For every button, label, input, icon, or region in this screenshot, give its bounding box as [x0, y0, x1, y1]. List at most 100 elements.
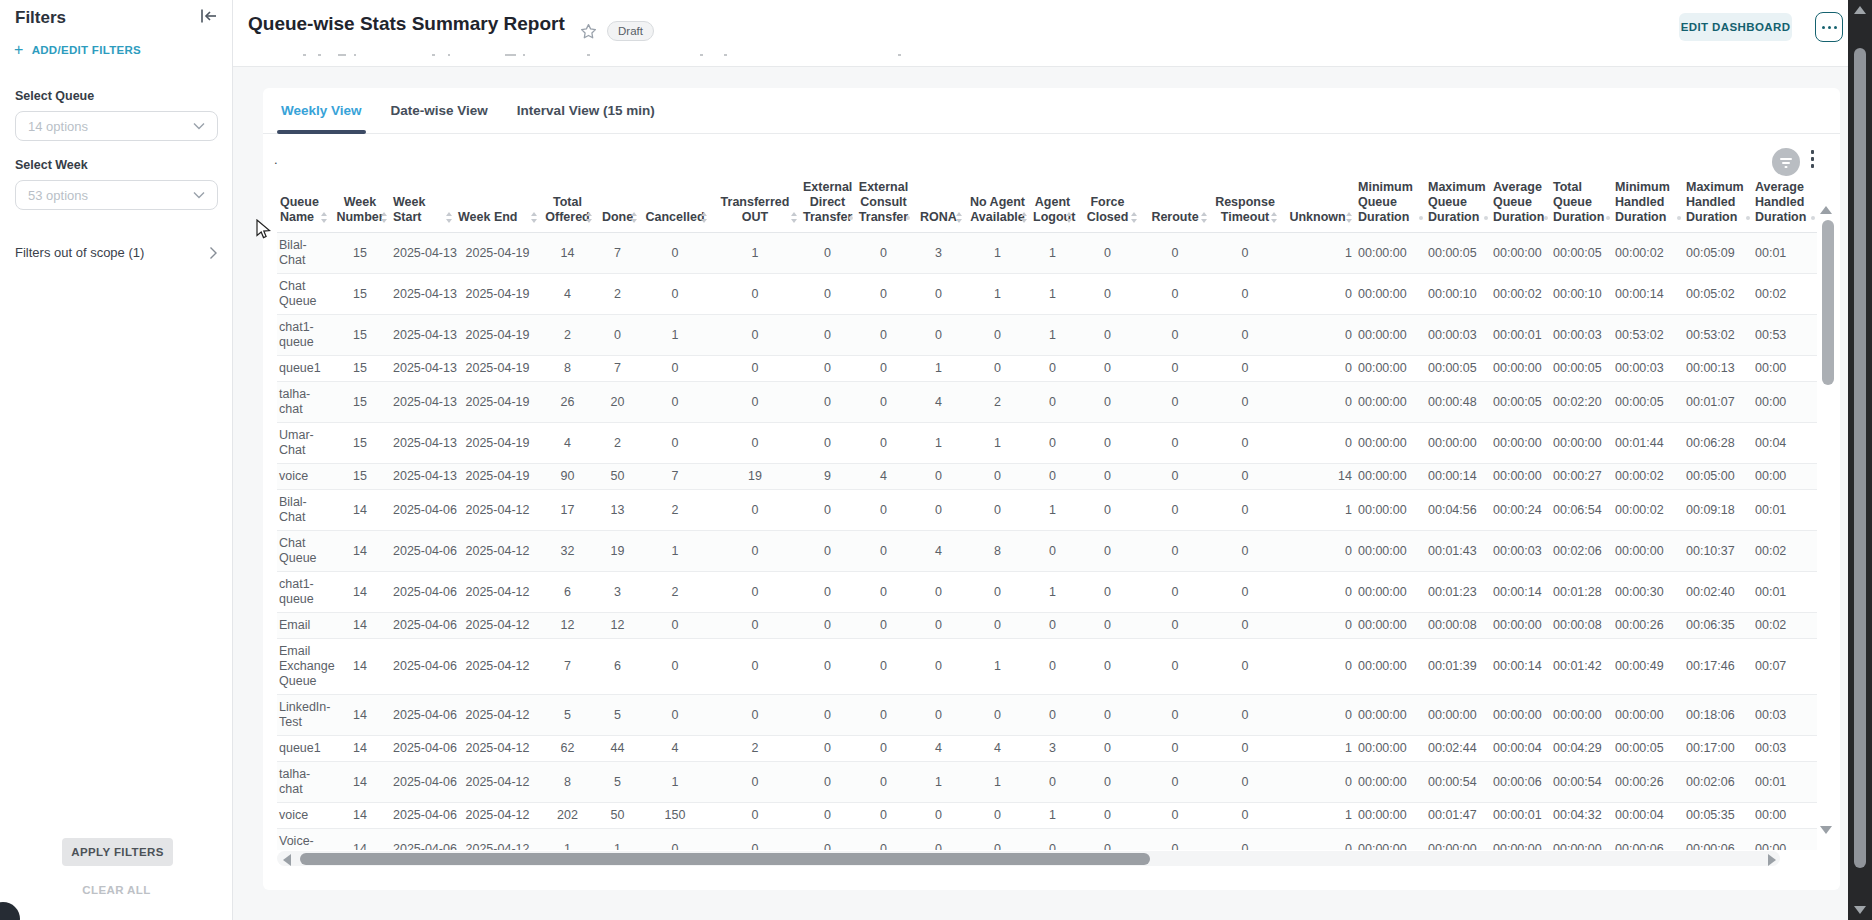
- table-scroll-right-icon[interactable]: [1768, 854, 1776, 866]
- sort-icon[interactable]: [1677, 216, 1681, 220]
- sort-icon[interactable]: [906, 216, 910, 220]
- scroll-down-icon[interactable]: [1854, 906, 1866, 914]
- table-cell: 00:53: [1752, 315, 1817, 356]
- sort-icon[interactable]: [445, 212, 454, 223]
- table-cell: 00:02:40: [1683, 572, 1752, 613]
- table-scroll-down-icon[interactable]: [1820, 826, 1832, 834]
- column-header[interactable]: Response Timeout: [1210, 176, 1280, 233]
- chevron-right-icon: [209, 246, 218, 260]
- column-header[interactable]: RONA: [912, 176, 965, 233]
- table-scroll-up-icon[interactable]: [1820, 206, 1832, 214]
- column-header[interactable]: Minimum Queue Duration: [1355, 176, 1425, 233]
- column-header[interactable]: Maximum Queue Duration: [1425, 176, 1490, 233]
- table-cell: 7: [595, 356, 640, 382]
- sort-icon[interactable]: [320, 212, 329, 223]
- sort-icon[interactable]: [1345, 212, 1354, 223]
- add-edit-filters-button[interactable]: + ADD/EDIT FILTERS: [14, 44, 141, 56]
- sort-icon[interactable]: [1065, 212, 1074, 223]
- edit-dashboard-button[interactable]: EDIT DASHBOARD: [1679, 13, 1792, 41]
- table-menu-icon[interactable]: [1811, 150, 1815, 168]
- column-header[interactable]: No Agent Available: [965, 176, 1030, 233]
- table-row: voice152025-04-132025-04-199050719940000…: [277, 464, 1817, 490]
- week-select[interactable]: 53 options: [15, 180, 218, 210]
- column-header[interactable]: Week End: [455, 176, 540, 233]
- sort-icon[interactable]: [790, 212, 799, 223]
- table-cell: 4: [640, 736, 710, 762]
- table-cell: 6: [540, 572, 595, 613]
- sort-icon[interactable]: [1020, 212, 1029, 223]
- column-header[interactable]: Total Offered: [540, 176, 595, 233]
- browser-scrollbar[interactable]: [1848, 0, 1872, 920]
- tab-interval-view[interactable]: Interval View (15 min): [513, 88, 659, 134]
- tab-weekly-view[interactable]: Weekly View: [277, 88, 366, 134]
- apply-filters-button[interactable]: APPLY FILTERS: [62, 838, 173, 866]
- sort-icon[interactable]: [630, 212, 639, 223]
- column-header[interactable]: Average Queue Duration: [1490, 176, 1550, 233]
- table-row: Umar-Chat152025-04-132025-04-19420000110…: [277, 423, 1817, 464]
- column-header[interactable]: Cancelled: [640, 176, 710, 233]
- star-icon[interactable]: [580, 23, 597, 44]
- column-header[interactable]: Minimum Handled Duration: [1612, 176, 1683, 233]
- clear-all-button[interactable]: CLEAR ALL: [0, 884, 233, 896]
- sort-icon[interactable]: [955, 212, 964, 223]
- sort-icon[interactable]: [1746, 216, 1750, 220]
- sort-icon[interactable]: [1270, 212, 1279, 223]
- table-cell: LinkedIn-Test: [277, 695, 330, 736]
- table-cell: 0: [710, 803, 800, 829]
- sort-icon[interactable]: [530, 212, 539, 223]
- table-cell: 0: [800, 572, 855, 613]
- collapse-sidebar-icon[interactable]: [200, 8, 218, 28]
- sort-icon[interactable]: [1484, 216, 1488, 220]
- scroll-up-icon[interactable]: [1854, 6, 1866, 14]
- sort-icon[interactable]: [1544, 216, 1548, 220]
- column-header[interactable]: Unknown: [1280, 176, 1355, 233]
- column-header[interactable]: Agent Logout: [1030, 176, 1075, 233]
- table-cell: 1: [1030, 803, 1075, 829]
- column-header[interactable]: Reroute: [1140, 176, 1210, 233]
- sort-icon[interactable]: [1606, 216, 1610, 220]
- column-header[interactable]: Week Start: [390, 176, 455, 233]
- sort-icon[interactable]: [1200, 212, 1209, 223]
- table-filter-button[interactable]: [1772, 148, 1800, 176]
- sort-icon[interactable]: [1130, 212, 1139, 223]
- more-options-button[interactable]: [1815, 12, 1843, 42]
- queue-select[interactable]: 14 options: [15, 111, 218, 141]
- column-header[interactable]: Force Closed: [1075, 176, 1140, 233]
- column-header[interactable]: External Consult Transfer: [855, 176, 912, 233]
- tab-date-wise-view[interactable]: Date-wise View: [387, 88, 492, 134]
- table-cell: 7: [640, 464, 710, 490]
- filters-out-of-scope[interactable]: Filters out of scope (1): [15, 245, 218, 260]
- table-cell: 0: [1210, 639, 1280, 695]
- column-header[interactable]: Queue Name: [277, 176, 330, 233]
- column-header[interactable]: Average Handled Duration: [1752, 176, 1817, 233]
- table-cell: 0: [855, 315, 912, 356]
- table-cell: 0: [965, 464, 1030, 490]
- sort-icon[interactable]: [380, 212, 389, 223]
- column-header[interactable]: External Direct Transfer: [800, 176, 855, 233]
- column-header[interactable]: Transferred OUT: [710, 176, 800, 233]
- table-cell: 4: [912, 736, 965, 762]
- table-cell: 0: [855, 233, 912, 274]
- table-cell: 14: [330, 572, 390, 613]
- sort-icon[interactable]: [585, 212, 594, 223]
- column-header[interactable]: Maximum Handled Duration: [1683, 176, 1752, 233]
- sort-icon[interactable]: [700, 212, 709, 223]
- table-cell: 2025-04-06: [390, 803, 455, 829]
- column-header[interactable]: Week Number: [330, 176, 390, 233]
- table-vertical-scrollbar[interactable]: [1822, 220, 1834, 385]
- sort-icon[interactable]: [849, 216, 853, 220]
- table-cell: 2025-04-12: [455, 572, 540, 613]
- table-cell: 00:04:56: [1425, 490, 1490, 531]
- table-scroll-left-icon[interactable]: [283, 854, 291, 866]
- sort-icon[interactable]: [1419, 216, 1423, 220]
- table-cell: 0: [1140, 639, 1210, 695]
- table-cell: 2025-04-19: [455, 356, 540, 382]
- column-header[interactable]: Total Queue Duration: [1550, 176, 1612, 233]
- sort-icon[interactable]: [1811, 216, 1815, 220]
- table-cell: 0: [1140, 233, 1210, 274]
- table-horizontal-scrollbar[interactable]: [300, 853, 1150, 865]
- browser-scrollbar-thumb[interactable]: [1854, 48, 1866, 868]
- table-cell: 0: [855, 639, 912, 695]
- column-header[interactable]: Done: [595, 176, 640, 233]
- table-cell: 0: [855, 356, 912, 382]
